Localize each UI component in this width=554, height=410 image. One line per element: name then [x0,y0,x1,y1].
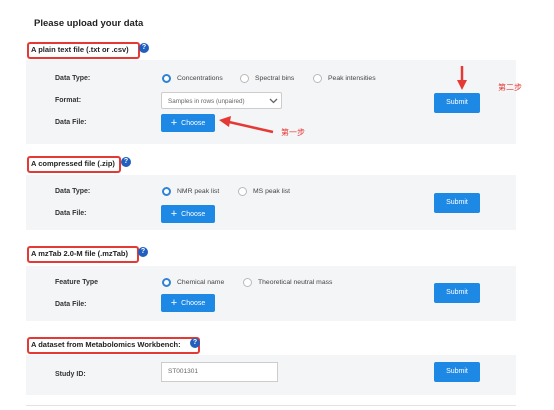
plus-icon: + [170,116,178,129]
choose-label: Choose [181,119,206,127]
choose-file-button[interactable]: + Choose [161,294,215,312]
submit-button[interactable]: Submit [434,362,480,382]
submit-button[interactable]: Submit [434,283,480,303]
page-title: Please upload your data [34,18,144,29]
data-file-label: Data File: [55,119,87,126]
format-label: Format: [55,97,82,104]
study-id-input[interactable]: ST001301 [161,362,278,382]
radio-theoretical-neutral-mass[interactable] [243,278,252,287]
plus-icon: + [170,207,178,220]
format-select-value: Samples in rows (unpaired) [168,98,245,105]
radio-label: Spectral bins [255,75,295,82]
radio-ms-peak-list[interactable] [238,187,247,196]
radio-peak-intensities[interactable] [313,74,322,83]
choose-label: Choose [181,299,206,307]
radio-label: MS peak list [253,188,291,195]
section-2-title: A compressed file (.zip) [31,159,115,168]
section-3-title: A mzTab 2.0-M file (.mzTab) [31,249,128,258]
plus-icon: + [170,296,178,309]
choose-file-button[interactable]: + Choose [161,114,215,132]
radio-label: NMR peak list [177,188,220,195]
help-icon[interactable]: ? [138,247,148,257]
study-id-label: Study ID: [55,371,86,378]
step1-annotation: 第一步 [281,128,305,137]
radio-label: Theoretical neutral mass [258,279,333,286]
radio-spectral-bins[interactable] [240,74,249,83]
choose-label: Choose [181,210,206,218]
radio-label: Chemical name [177,279,225,286]
feature-type-label: Feature Type [55,279,99,286]
help-icon[interactable]: ? [121,157,131,167]
radio-label: Peak intensities [328,75,376,82]
help-icon[interactable]: ? [190,338,200,348]
format-select[interactable]: Samples in rows (unpaired) [161,92,282,109]
radio-label: Concentrations [177,75,223,82]
section-1-title: A plain text file (.txt or .csv) [31,45,129,54]
data-file-label: Data File: [55,301,87,308]
radio-concentrations[interactable] [162,74,171,83]
submit-button[interactable]: Submit [434,193,480,213]
choose-file-button[interactable]: + Choose [161,205,215,223]
data-file-label: Data File: [55,210,87,217]
step2-annotation: 第二步 [498,83,522,92]
data-type-label: Data Type: [55,75,91,82]
radio-nmr-peak-list[interactable] [162,187,171,196]
step1-arrow-icon [219,116,274,134]
section-4-title: A dataset from Metabolomics Workbench: [31,340,181,349]
divider [26,405,516,406]
chevron-down-icon [269,98,278,104]
help-icon[interactable]: ? [139,43,149,53]
step2-arrow-icon [457,66,467,90]
submit-button[interactable]: Submit [434,93,480,113]
data-type-label: Data Type: [55,188,91,195]
radio-chemical-name[interactable] [162,278,171,287]
